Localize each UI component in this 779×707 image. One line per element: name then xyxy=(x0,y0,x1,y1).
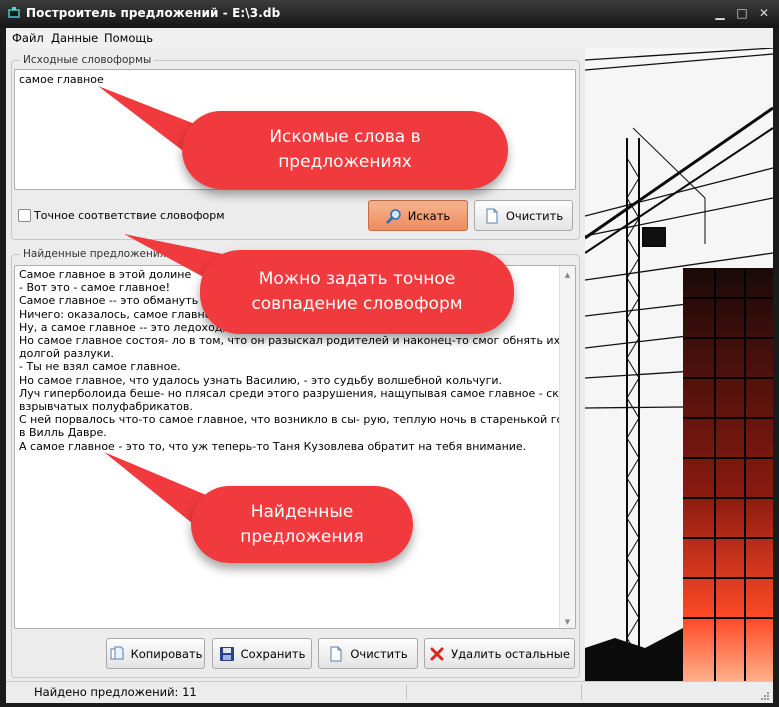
callout-exact-match: Можно задать точное совпадение словоформ xyxy=(200,250,514,334)
menu-data[interactable]: Данные xyxy=(51,31,98,45)
exact-match-checkbox[interactable] xyxy=(18,209,31,222)
app-window: Построитель предложений - E:\3.db ▁ □ ✕ … xyxy=(0,0,779,707)
found-count-status: Найдено предложений: 11 xyxy=(34,685,197,699)
save-button[interactable]: Сохранить xyxy=(212,638,312,669)
window-title: Построитель предложений - E:\3.db xyxy=(26,6,281,20)
red-x-icon xyxy=(430,647,444,660)
result-line[interactable]: Но самое главное, что удалось узнать Вас… xyxy=(19,374,571,387)
resize-grip-icon[interactable] xyxy=(759,690,770,701)
search-button[interactable]: Искать xyxy=(368,200,468,231)
construction-crane-image xyxy=(585,48,773,681)
result-line[interactable]: Но самое главное состоя- ло в том, что о… xyxy=(19,334,575,347)
result-line[interactable]: Луч гиперболоида беше- но плясал среди э… xyxy=(19,387,575,400)
construction-photo xyxy=(585,48,773,681)
status-bar: Найдено предложений: 11 xyxy=(6,681,773,703)
found-group-legend: Найденные предложения xyxy=(23,248,167,260)
maximize-button[interactable]: □ xyxy=(732,5,752,21)
result-line[interactable]: - Ты не взял самое главное. xyxy=(19,360,571,373)
menu-help[interactable]: Помощь xyxy=(104,31,153,45)
copy-icon xyxy=(110,646,124,659)
copy-button-label: Копировать xyxy=(130,646,203,661)
close-button[interactable]: ✕ xyxy=(754,5,774,21)
exact-match-label[interactable]: Точное соответствие словоформ xyxy=(34,209,225,222)
search-button-label: Искать xyxy=(407,208,451,223)
menu-bar: Файл Данные Помощь xyxy=(6,28,773,48)
clear-source-button[interactable]: Очистить xyxy=(474,200,573,231)
delete-others-button[interactable]: Удалить остальные xyxy=(424,638,575,669)
delete-others-label: Удалить остальные xyxy=(451,646,570,661)
scroll-down-icon[interactable]: ▼ xyxy=(563,616,572,626)
results-scrollbar[interactable]: ▲ ▼ xyxy=(559,266,575,628)
clear-source-label: Очистить xyxy=(505,208,564,223)
clear-results-button[interactable]: Очистить xyxy=(318,638,418,669)
title-bar[interactable]: Построитель предложений - E:\3.db ▁ □ ✕ xyxy=(0,0,779,28)
document-icon xyxy=(486,208,498,223)
result-line[interactable]: в Вилль Давре. xyxy=(19,426,571,439)
callout-search-words: Искомые слова в предложениях xyxy=(182,111,508,189)
magnifier-icon xyxy=(386,208,401,223)
status-separator xyxy=(581,684,582,700)
copy-button[interactable]: Копировать xyxy=(106,638,205,669)
callout-found-sentences: Найденные предложения xyxy=(191,486,413,563)
result-line[interactable]: А самое главное - это то, что уж теперь-… xyxy=(19,440,571,453)
document-icon xyxy=(330,646,342,661)
clear-results-label: Очистить xyxy=(350,646,408,661)
result-line[interactable]: долгой разлуки. xyxy=(19,347,571,360)
menu-file[interactable]: Файл xyxy=(12,31,44,45)
result-line[interactable]: С ней порвалось что-то самое главное, чт… xyxy=(19,413,575,426)
minimize-button[interactable]: ▁ xyxy=(710,5,730,21)
app-icon xyxy=(8,7,20,18)
floppy-icon xyxy=(219,646,234,661)
save-button-label: Сохранить xyxy=(240,646,306,661)
source-wordforms-value: самое главное xyxy=(19,73,104,86)
result-line[interactable]: взрывчатых полуфабрикатов. xyxy=(19,400,571,413)
scroll-up-icon[interactable]: ▲ xyxy=(563,269,572,279)
source-group-legend: Исходные словоформы xyxy=(23,54,152,66)
status-separator xyxy=(406,684,407,700)
